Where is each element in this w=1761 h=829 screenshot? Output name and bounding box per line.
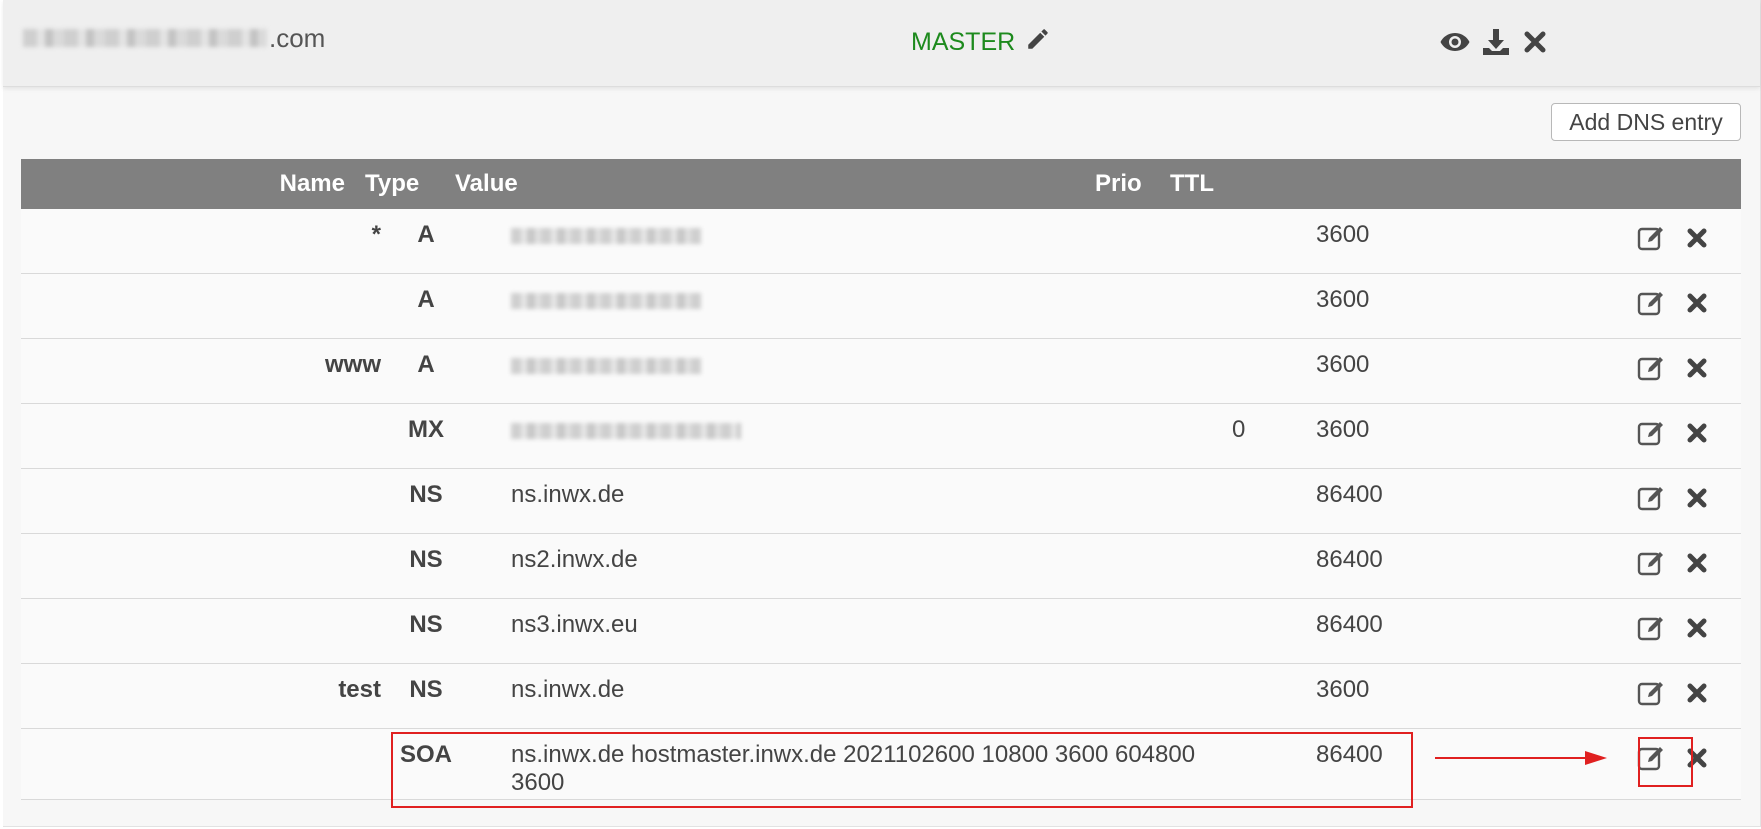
edit-icon[interactable]: [1636, 613, 1666, 643]
add-dns-entry-button[interactable]: Add DNS entry: [1551, 103, 1741, 141]
record-type: NS: [409, 481, 443, 508]
edit-icon[interactable]: [1636, 288, 1666, 318]
table-row: NS ns3.inwx.eu 86400: [21, 599, 1741, 664]
record-name: test: [338, 676, 381, 703]
table-row: NS ns2.inwx.de 86400: [21, 534, 1741, 599]
redacted-domain: [23, 29, 267, 47]
table-row: * A 3600: [21, 209, 1741, 274]
column-header-name: Name: [279, 170, 345, 197]
table-row: test NS ns.inwx.de 3600: [21, 664, 1741, 729]
edit-icon[interactable]: [1636, 548, 1666, 578]
record-prio: 0: [1232, 416, 1246, 443]
record-value: [511, 286, 1211, 316]
record-ttl: 86400: [1316, 481, 1383, 508]
record-ttl: 3600: [1316, 416, 1370, 443]
annotation-arrow: [1435, 751, 1607, 765]
delete-icon[interactable]: [1682, 678, 1712, 708]
edit-icon[interactable]: [1636, 678, 1666, 708]
edit-icon[interactable]: [1636, 223, 1666, 253]
eye-icon[interactable]: [1439, 26, 1471, 58]
delete-icon[interactable]: [1682, 548, 1712, 578]
zone-status-label: MASTER: [911, 28, 1016, 56]
record-value: [511, 351, 1211, 381]
zone-header: .com MASTER: [3, 0, 1760, 87]
dns-zone-panel: .com MASTER Add DNS entry Name Type Valu…: [3, 0, 1761, 827]
record-type: NS: [409, 676, 443, 703]
record-value: ns2.inwx.de: [511, 546, 638, 573]
record-value: ns3.inwx.eu: [511, 611, 638, 638]
domain-suffix: .com: [269, 22, 326, 53]
edit-icon[interactable]: [1636, 418, 1666, 448]
column-header-ttl: TTL: [1170, 170, 1214, 197]
edit-icon[interactable]: [1636, 353, 1666, 383]
column-header-type: Type: [365, 170, 420, 197]
redacted-value: [511, 293, 701, 309]
edit-icon[interactable]: [1636, 483, 1666, 513]
domain-name: .com: [23, 22, 325, 54]
redacted-value: [511, 358, 701, 374]
record-value: ns.inwx.de: [511, 676, 625, 703]
record-value: ns.inwx.de: [511, 481, 625, 508]
record-ttl: 3600: [1316, 351, 1370, 378]
column-header-prio: Prio: [1095, 170, 1142, 197]
download-icon[interactable]: [1480, 26, 1512, 58]
record-type: A: [417, 351, 435, 378]
record-type: A: [417, 286, 435, 313]
table-body: * A 3600 A 3600 www A 3600 MX 0 3600 NS ns.inwx.de 86…: [21, 209, 1741, 800]
record-ttl: 86400: [1316, 741, 1383, 768]
table-row: A 3600: [21, 274, 1741, 339]
table-header: Name Type Value Prio TTL: [21, 159, 1741, 209]
record-name: www: [324, 351, 381, 378]
close-icon[interactable]: [1519, 26, 1551, 58]
record-type: NS: [409, 611, 443, 638]
record-type: SOA: [399, 741, 452, 768]
record-name: *: [371, 221, 381, 248]
delete-icon[interactable]: [1682, 613, 1712, 643]
table-row: www A 3600: [21, 339, 1741, 404]
table-row: MX 0 3600: [21, 404, 1741, 469]
zone-status[interactable]: MASTER: [911, 26, 1051, 59]
record-type: A: [417, 221, 435, 248]
delete-icon[interactable]: [1682, 288, 1712, 318]
edit-icon[interactable]: [1636, 743, 1666, 773]
record-ttl: 86400: [1316, 611, 1383, 638]
delete-icon[interactable]: [1682, 353, 1712, 383]
delete-icon[interactable]: [1682, 743, 1712, 773]
column-header-value: Value: [455, 170, 518, 197]
table-row: NS ns.inwx.de 86400: [21, 469, 1741, 534]
redacted-value: [511, 228, 701, 244]
delete-icon[interactable]: [1682, 483, 1712, 513]
redacted-value: [511, 423, 741, 439]
record-value: [511, 416, 1211, 446]
record-value: [511, 221, 1211, 251]
record-type: MX: [408, 416, 444, 443]
record-ttl: 3600: [1316, 676, 1370, 703]
record-value: ns.inwx.de hostmaster.inwx.de 2021102600…: [511, 741, 1196, 796]
record-ttl: 3600: [1316, 221, 1370, 248]
record-ttl: 3600: [1316, 286, 1370, 313]
delete-icon[interactable]: [1682, 418, 1712, 448]
dns-records-table: Name Type Value Prio TTL * A 3600 A 3600 www A…: [21, 159, 1741, 800]
edit-pencil-icon[interactable]: [1025, 26, 1051, 59]
record-ttl: 86400: [1316, 546, 1383, 573]
record-type: NS: [409, 546, 443, 573]
delete-icon[interactable]: [1682, 223, 1712, 253]
